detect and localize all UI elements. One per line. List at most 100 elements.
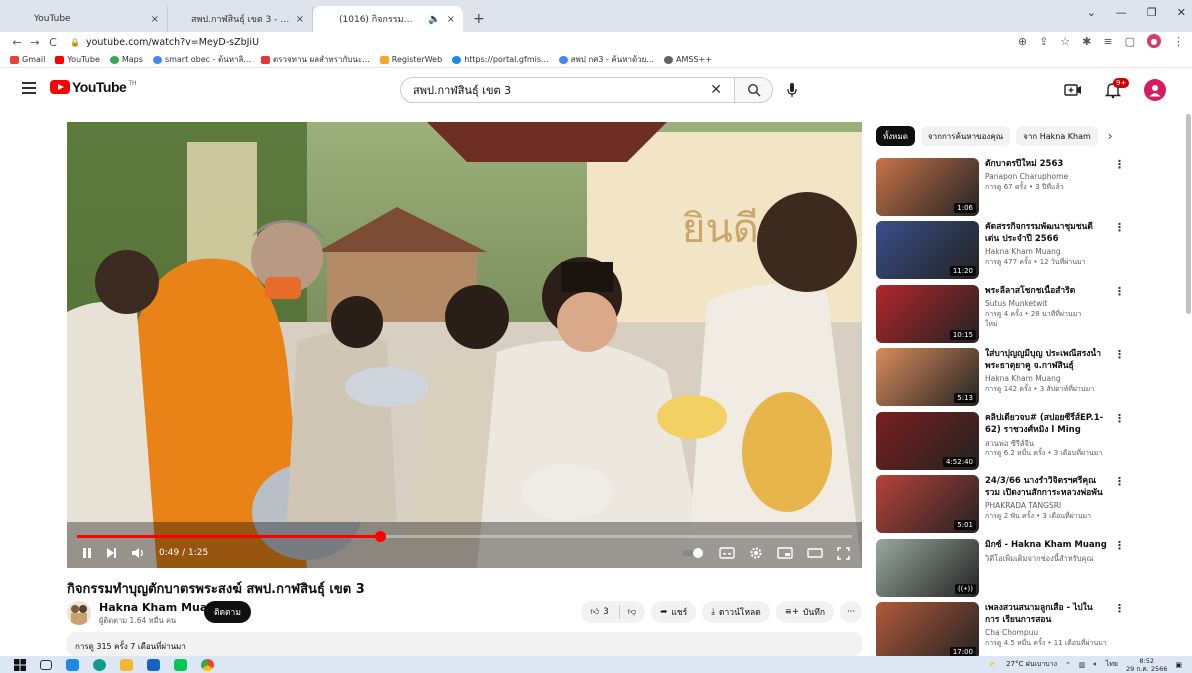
network-icon[interactable]: ▥ xyxy=(1079,661,1086,669)
theater-mode-icon[interactable] xyxy=(807,547,823,559)
search-input[interactable]: สพป.กาฬสินธุ์ เขต 3 ✕ xyxy=(400,77,735,103)
video-thumbnail[interactable]: 5:13 xyxy=(876,348,979,406)
new-tab-button[interactable]: + xyxy=(463,6,495,32)
account-avatar[interactable] xyxy=(1144,79,1166,101)
pause-icon[interactable] xyxy=(81,547,93,559)
autoplay-toggle-icon[interactable] xyxy=(681,547,705,559)
menu-icon[interactable] xyxy=(22,82,36,94)
line-app-icon[interactable] xyxy=(174,658,187,671)
bookmark-maps[interactable]: Maps xyxy=(109,55,143,64)
minimize-icon[interactable]: — xyxy=(1116,6,1127,19)
related-video-item[interactable]: 10:15 พระลีลาสโชกชเนื้อสำริด Sutus Munketw… xyxy=(876,285,1126,345)
related-video-title[interactable]: มิกซ์ - Hakna Kham Muang xyxy=(985,539,1107,551)
create-video-icon[interactable] xyxy=(1064,82,1082,98)
related-video-channel[interactable]: Cha Chompuu xyxy=(985,628,1105,637)
restore-icon[interactable]: ❐ xyxy=(1147,6,1157,19)
show-hidden-icons-icon[interactable]: ⌃ xyxy=(1065,661,1071,669)
url-field[interactable]: 🔒 youtube.com/watch?v=MeyD-sZbJiU xyxy=(70,37,259,48)
audio-icon[interactable]: 🔈 xyxy=(428,14,440,25)
related-video-title[interactable]: 24/3/66 นางรำวิจิตรฯศรีคุณ รวม เปิดงานสั… xyxy=(985,475,1107,499)
chips-next-icon[interactable]: › xyxy=(1104,129,1113,143)
close-window-icon[interactable]: ✕ xyxy=(1177,6,1186,19)
chip-all[interactable]: ทั้งหมด xyxy=(876,126,915,146)
more-actions-button[interactable]: ··· xyxy=(840,601,862,623)
related-video-title[interactable]: คลิปเดียวจบ# (สปอยซีรี่ส์EP.1-62) ราชวงศ… xyxy=(985,412,1107,436)
side-panel-icon[interactable]: ▢ xyxy=(1125,35,1135,48)
browser-tab-1[interactable]: YouTube × xyxy=(8,6,168,32)
related-video-title[interactable]: ใส่บาปุญญมีบุญ ประเพณีสรงน้ำ พระธาตุยาคู… xyxy=(985,348,1107,372)
video-thumbnail[interactable]: 11:20 xyxy=(876,221,979,279)
bookmark-registerweb[interactable]: RegisterWeb xyxy=(379,55,442,64)
video-thumbnail[interactable]: 10:15 xyxy=(876,285,979,343)
youtube-logo[interactable]: YouTube TH xyxy=(50,79,137,95)
chrome-icon[interactable] xyxy=(201,658,214,671)
page-scrollbar[interactable] xyxy=(1186,114,1191,314)
related-video-title[interactable]: ตักบาตรปีใหม่ 2563 xyxy=(985,158,1107,170)
browser-profile-icon[interactable]: ● xyxy=(1147,34,1161,48)
video-thumbnail[interactable]: 5:01 xyxy=(876,475,979,533)
video-thumbnail[interactable]: 17:00 xyxy=(876,602,979,660)
tab-close-icon[interactable]: × xyxy=(151,14,159,25)
install-app-icon[interactable]: ⊕ xyxy=(1018,35,1027,48)
store-icon[interactable] xyxy=(66,658,79,671)
forward-icon[interactable]: → xyxy=(26,36,44,49)
related-video-title[interactable]: คัดสรรกิจกรรมพัฒนาชุมชนดีเด่น ประจำปี 25… xyxy=(985,221,1107,245)
related-video-title[interactable]: พระลีลาสโชกชเนื้อสำริด xyxy=(985,285,1107,297)
chip-from-search[interactable]: จากการค้นหาของคุณ xyxy=(920,126,1011,146)
extensions-icon[interactable]: ✱ xyxy=(1082,35,1091,48)
related-video-title[interactable]: เพลงสวนสนามลูกเสือ - ไปในการ เรียนการสอน xyxy=(985,602,1107,626)
settings-gear-icon[interactable] xyxy=(749,546,763,560)
video-thumbnail[interactable]: 4:52:40 xyxy=(876,412,979,470)
related-video-item[interactable]: ((•)) มิกซ์ - Hakna Kham Muang วิดีโอเพิ่ม… xyxy=(876,539,1126,599)
back-icon[interactable]: ← xyxy=(8,36,26,49)
edge-browser-icon[interactable] xyxy=(93,658,106,671)
related-video-channel[interactable]: วิดีโอเพิ่มเติมจากช่องนี้สำหรับคุณ xyxy=(985,553,1105,565)
bookmark-gfmis[interactable]: https://portal.gfmis... xyxy=(452,55,549,64)
tab-close-icon[interactable]: × xyxy=(296,14,304,25)
more-options-icon[interactable]: ⋮ xyxy=(1114,412,1125,425)
outlook-icon[interactable] xyxy=(147,658,160,671)
related-video-channel[interactable]: Hakna Kham Muang xyxy=(985,247,1105,256)
bookmark-smart-obec[interactable]: smart obec - ต้นหาลิ... xyxy=(152,53,251,66)
browser-tab-3-active[interactable]: (1016) กิจกรรมทำบุญตักบาตรพระสงฆ์ 🔈 × xyxy=(313,6,463,32)
volume-icon[interactable] xyxy=(131,547,145,559)
volume-tray-icon[interactable]: 🔈︎ xyxy=(1094,660,1098,669)
next-video-icon[interactable] xyxy=(105,547,117,559)
clear-search-icon[interactable]: ✕ xyxy=(710,82,722,98)
more-options-icon[interactable]: ⋮ xyxy=(1114,475,1125,488)
more-options-icon[interactable]: ⋮ xyxy=(1114,221,1125,234)
more-options-icon[interactable]: ⋮ xyxy=(1114,348,1125,361)
related-video-item[interactable]: 5:01 24/3/66 นางรำวิจิตรฯศรีคุณ รวม เปิดง… xyxy=(876,475,1126,535)
channel-avatar[interactable] xyxy=(67,601,91,625)
fullscreen-icon[interactable] xyxy=(837,546,850,560)
reading-list-icon[interactable]: ≡ xyxy=(1103,35,1112,48)
more-options-icon[interactable]: ⋮ xyxy=(1114,285,1125,298)
windows-start-icon[interactable] xyxy=(14,658,26,671)
bookmark-youtube[interactable]: YouTube xyxy=(55,55,100,64)
related-video-channel[interactable]: Hakna Kham Muang xyxy=(985,374,1105,383)
system-clock[interactable]: 8:52 29 ก.ค. 2566 xyxy=(1126,657,1167,673)
miniplayer-icon[interactable] xyxy=(777,547,793,559)
notifications-button[interactable]: 9+ xyxy=(1104,78,1130,99)
related-video-channel[interactable]: Panapon Charuphome xyxy=(985,172,1105,181)
task-view-icon[interactable] xyxy=(40,659,52,670)
tab-list-icon[interactable]: ⌄ xyxy=(1087,6,1096,19)
share-icon[interactable]: ⇪ xyxy=(1039,35,1048,48)
voice-search-button[interactable] xyxy=(785,82,799,98)
related-video-channel[interactable]: PHAKRADA TANGSRI xyxy=(985,501,1105,510)
more-options-icon[interactable]: ⋮ xyxy=(1114,602,1125,615)
chip-from-channel[interactable]: จาก Hakna Kham xyxy=(1016,126,1098,146)
like-button[interactable]: 👍︎ 3 👎︎ xyxy=(581,601,646,623)
input-language[interactable]: ไทย xyxy=(1106,659,1118,670)
video-thumbnail[interactable]: 1:06 xyxy=(876,158,979,216)
thumbs-down-icon[interactable]: 👎︎ xyxy=(628,607,637,617)
bookmark-search[interactable]: สพป กศ3 - ค้นหาด้วย... xyxy=(558,53,654,66)
browser-menu-icon[interactable]: ⋮ xyxy=(1173,35,1184,48)
notification-center-icon[interactable]: ▣ xyxy=(1175,661,1182,669)
reload-icon[interactable]: C xyxy=(44,36,62,49)
weather-text[interactable]: 27°C ฝนเบาบาง xyxy=(1006,659,1057,670)
related-video-item[interactable]: 1:06 ตักบาตรปีใหม่ 2563 Panapon Charuphome… xyxy=(876,158,1126,218)
tab-close-icon[interactable]: × xyxy=(447,14,455,25)
related-video-item[interactable]: 17:00 เพลงสวนสนามลูกเสือ - ไปในการ เรียนก… xyxy=(876,602,1126,662)
video-thumbnail[interactable]: ((•)) xyxy=(876,539,979,597)
